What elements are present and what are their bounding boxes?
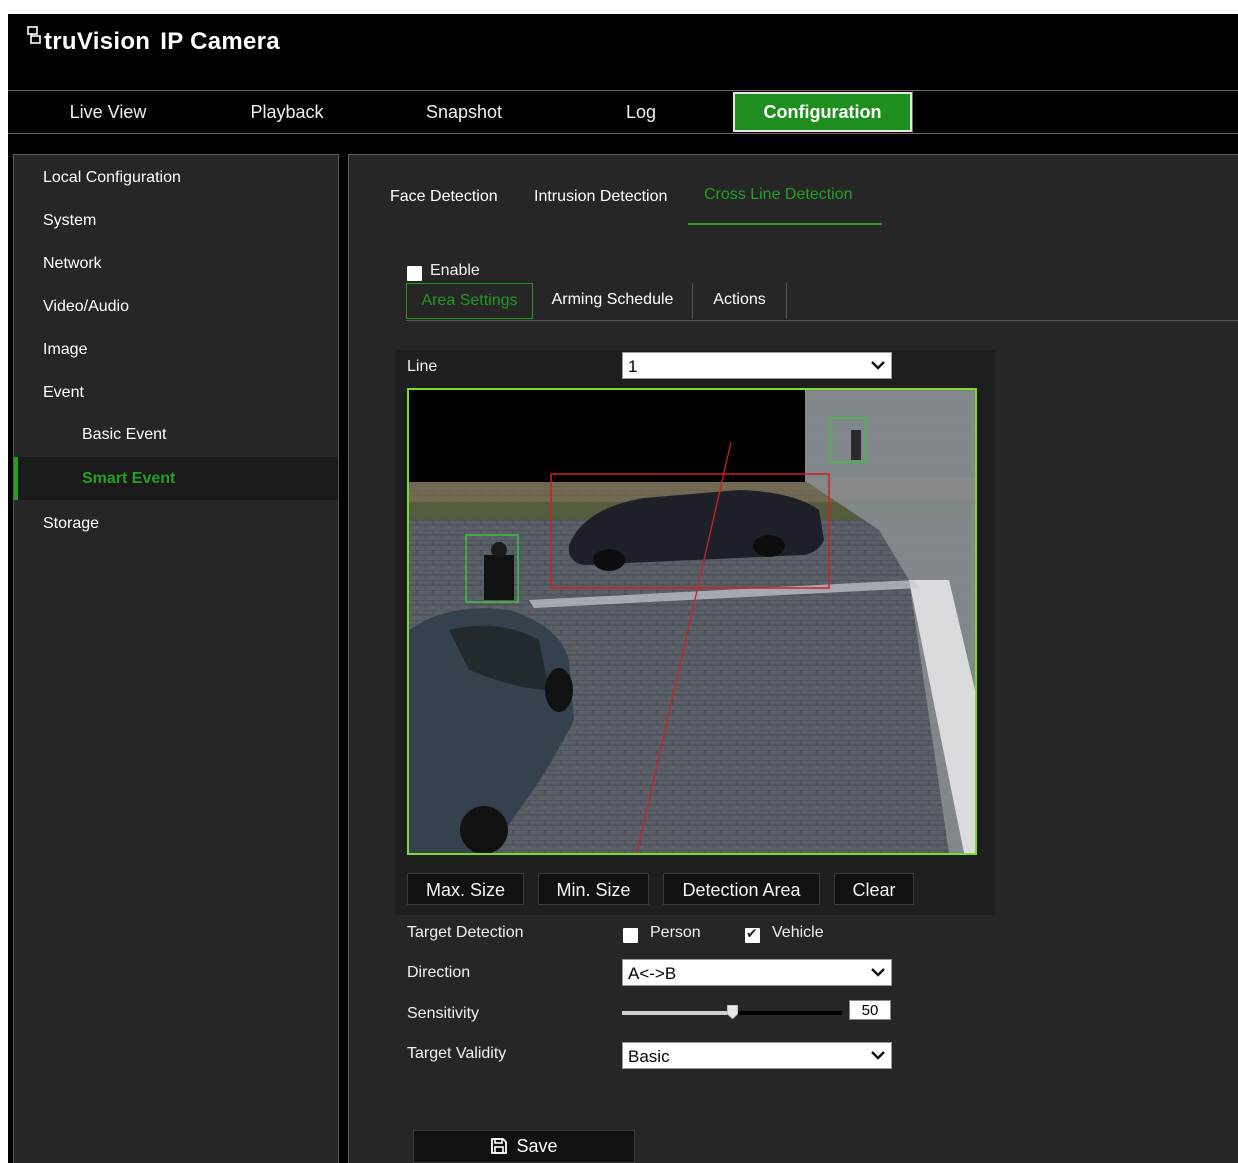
sensitivity-slider-fill (622, 1011, 732, 1015)
sidebar-item-label: Video/Audio (43, 298, 129, 315)
brand-logo: truVision IP Camera (26, 26, 280, 56)
sidebar-item-label: Local Configuration (43, 169, 181, 186)
tab-actions[interactable]: Actions (693, 283, 787, 319)
save-button[interactable]: Save (413, 1130, 635, 1163)
brand-name: truVision (44, 28, 151, 55)
brand-product: IP Camera (160, 28, 280, 55)
nav-playback[interactable]: Playback (197, 91, 377, 133)
tab-intrusion-detection[interactable]: Intrusion Detection (534, 177, 667, 225)
sidebar-item-event[interactable]: Event (14, 371, 338, 414)
sidebar-item-local-configuration[interactable]: Local Configuration (14, 156, 338, 199)
sidebar-item-image[interactable]: Image (14, 328, 338, 371)
chevron-down-icon (871, 361, 885, 370)
save-icon (491, 1138, 508, 1154)
header-bar: truVision IP Camera (8, 14, 1238, 90)
target-validity-label: Target Validity (407, 1045, 507, 1062)
sidebar-item-label: Basic Event (82, 426, 167, 443)
line-label: Line (407, 358, 438, 375)
sidebar-item-label: System (43, 212, 97, 229)
clear-button[interactable]: Clear (834, 873, 914, 905)
sidebar-item-network[interactable]: Network (14, 242, 338, 285)
settings-tabs: Area Settings Arming Schedule Actions (406, 283, 1238, 321)
person-checkbox[interactable] (623, 928, 638, 943)
camera-preview[interactable] (407, 388, 977, 855)
direction-select-value: A<->B (628, 964, 677, 983)
target-detection-label: Target Detection (407, 924, 524, 941)
checkmark-icon: ✔ (746, 925, 758, 941)
enable-checkbox[interactable] (407, 266, 422, 281)
tab-cross-line-detection[interactable]: Cross Line Detection (688, 177, 882, 225)
sidebar-item-smart-event[interactable]: Smart Event (14, 457, 338, 500)
enable-label: Enable (430, 262, 480, 279)
nav-configuration[interactable]: Configuration (733, 92, 912, 132)
line-select[interactable]: 1 (622, 352, 892, 379)
sidebar-item-label: Image (43, 341, 88, 358)
nav-log[interactable]: Log (551, 91, 731, 133)
tab-face-detection[interactable]: Face Detection (390, 177, 498, 225)
tab-arming-schedule[interactable]: Arming Schedule (533, 283, 693, 319)
sidebar-item-video-audio[interactable]: Video/Audio (14, 285, 338, 328)
sidebar-item-basic-event[interactable]: Basic Event (14, 413, 338, 456)
sidebar: Local Configuration System Network Video… (13, 154, 339, 1163)
sensitivity-slider[interactable] (622, 1005, 842, 1019)
direction-label: Direction (407, 964, 471, 981)
max-size-button[interactable]: Max. Size (407, 873, 524, 905)
sensitivity-value-input[interactable]: 50 (849, 1000, 891, 1020)
vehicle-label: Vehicle (772, 924, 824, 941)
sidebar-item-label: Storage (43, 515, 100, 532)
person-label: Person (650, 924, 701, 941)
nav-live-view[interactable]: Live View (8, 91, 208, 133)
vehicle-checkbox[interactable]: ✔ (745, 925, 760, 943)
min-size-button[interactable]: Min. Size (538, 873, 649, 905)
direction-select[interactable]: A<->B (622, 959, 892, 986)
chevron-down-icon (871, 1051, 885, 1060)
sidebar-item-storage[interactable]: Storage (14, 502, 338, 545)
target-validity-select-value: Basic (628, 1047, 670, 1066)
top-nav: Live View Playback Snapshot Log Configur… (8, 90, 1238, 134)
sensitivity-label: Sensitivity (407, 1005, 480, 1022)
sidebar-item-label: Network (43, 255, 102, 272)
camera-scene (409, 390, 975, 853)
main-panel: Face Detection Intrusion Detection Cross… (348, 154, 1238, 1163)
nav-divider (912, 91, 913, 133)
save-button-label: Save (516, 1136, 558, 1156)
network-icon (27, 26, 41, 44)
line-select-value: 1 (628, 357, 638, 376)
sidebar-item-label: Event (43, 384, 84, 401)
nav-snapshot[interactable]: Snapshot (374, 91, 554, 133)
detection-area-button[interactable]: Detection Area (663, 873, 820, 905)
sidebar-item-system[interactable]: System (14, 199, 338, 242)
app-window: truVision IP Camera Live View Playback S… (8, 14, 1238, 1163)
tab-area-settings[interactable]: Area Settings (406, 283, 533, 319)
chevron-down-icon (871, 968, 885, 977)
sensitivity-slider-thumb[interactable] (727, 1005, 738, 1019)
target-validity-select[interactable]: Basic (622, 1042, 892, 1069)
sidebar-item-label: Smart Event (82, 470, 176, 487)
